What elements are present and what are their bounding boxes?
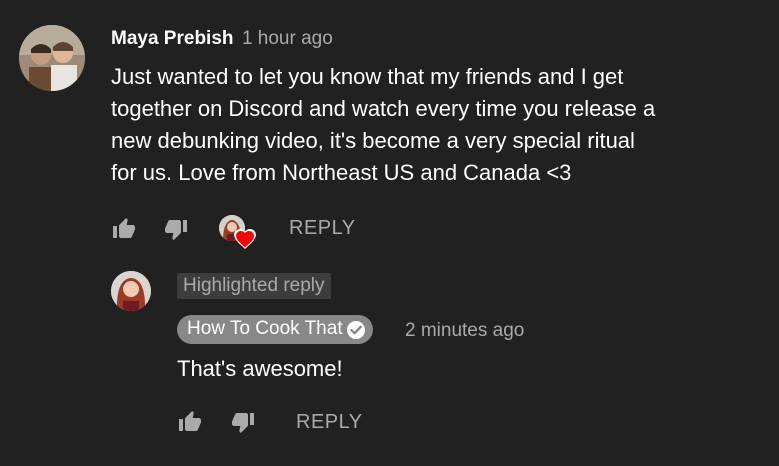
reply-dislike-button[interactable] xyxy=(230,410,256,434)
comment-text-line: Just wanted to let you know that my frie… xyxy=(111,64,624,89)
reply-author: How To Cook That xyxy=(187,318,343,339)
comment-text-line: together on Discord and watch every time… xyxy=(111,96,656,121)
comment-text-line: new debunking video, it's become a very … xyxy=(111,128,635,153)
comment-time[interactable]: 1 hour ago xyxy=(242,28,333,49)
channel-author-chip[interactable]: How To Cook That xyxy=(177,315,373,344)
reply-text: That's awesome! xyxy=(177,356,343,381)
verified-check-icon xyxy=(346,321,365,339)
reply-reply-button[interactable]: REPLY xyxy=(296,411,363,434)
reply-time[interactable]: 2 minutes ago xyxy=(405,320,524,342)
reply-button[interactable]: REPLY xyxy=(289,217,356,240)
thumbs-up-icon xyxy=(113,218,135,238)
comment-text-line: for us. Love from Northeast US and Canad… xyxy=(111,160,572,185)
highlighted-reply-badge: Highlighted reply xyxy=(177,273,331,299)
thumbs-down-icon xyxy=(165,220,187,240)
comment-text: Just wanted to let you know that my frie… xyxy=(111,61,655,189)
like-button[interactable] xyxy=(111,217,137,241)
thumbs-down-icon xyxy=(232,413,254,433)
comment-header: Maya Prebish 1 hour ago xyxy=(111,28,333,50)
creator-avatar[interactable] xyxy=(111,271,151,311)
comment-author[interactable]: Maya Prebish xyxy=(111,28,234,49)
reply-like-button[interactable] xyxy=(177,410,203,434)
avatar-photo xyxy=(19,25,85,91)
dislike-button[interactable] xyxy=(163,217,189,241)
commenter-avatar[interactable] xyxy=(19,25,85,91)
avatar-photo xyxy=(111,271,151,311)
thumbs-up-icon xyxy=(179,411,201,431)
heart-icon xyxy=(234,229,256,249)
creator-heart xyxy=(219,215,259,249)
